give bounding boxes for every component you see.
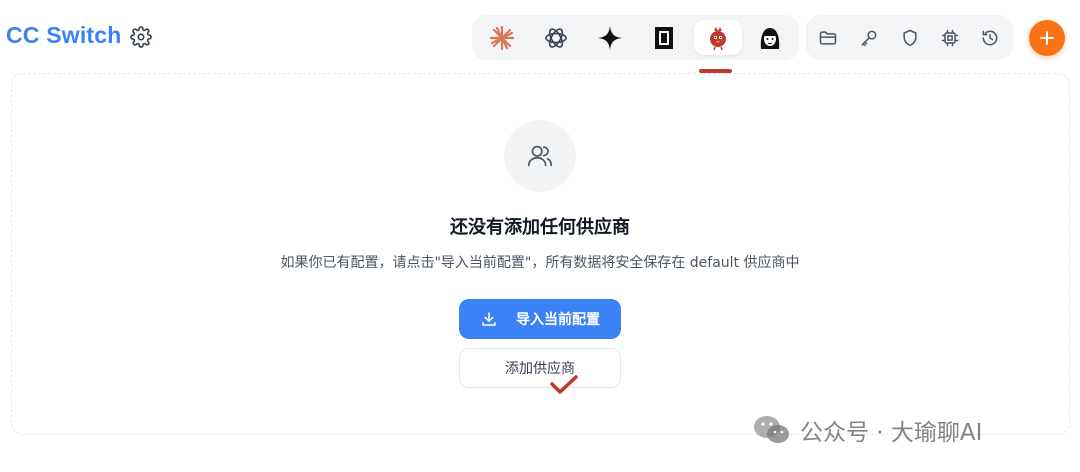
folder-icon[interactable] bbox=[816, 26, 840, 50]
empty-state-title: 还没有添加任何供应商 bbox=[450, 217, 630, 238]
app-tab-claude[interactable] bbox=[478, 20, 526, 55]
download-icon bbox=[482, 312, 496, 326]
red-bird-icon bbox=[710, 26, 726, 50]
cartoon-face-icon bbox=[760, 27, 780, 49]
watermark: 公众号 · 大瑜聊AI bbox=[752, 410, 982, 450]
gemini-sparkle-icon bbox=[598, 25, 622, 50]
checkmark-icon bbox=[550, 375, 578, 394]
history-icon[interactable] bbox=[978, 26, 1002, 50]
app-title: CC Switch bbox=[6, 22, 122, 48]
watermark-text: 公众号 · 大瑜聊AI bbox=[800, 420, 983, 446]
empty-state-description: 如果你已有配置，请点击"导入当前配置"，所有数据将安全保存在 default 供… bbox=[280, 255, 800, 271]
app-tab-gemini[interactable] bbox=[586, 20, 634, 55]
wechat-icon bbox=[754, 416, 789, 443]
app-tab-square[interactable] bbox=[640, 20, 688, 55]
app-tab-red-bird[interactable] bbox=[694, 20, 742, 55]
app-tab-openai[interactable] bbox=[532, 20, 580, 55]
users-icon bbox=[527, 145, 553, 167]
import-config-label: 导入当前配置 bbox=[516, 312, 600, 328]
cpu-chip-icon[interactable] bbox=[938, 26, 962, 50]
openai-knot-icon bbox=[545, 27, 567, 48]
add-provider-button[interactable]: 添加供应商 bbox=[459, 348, 621, 388]
app-switcher bbox=[472, 15, 799, 60]
square-frame-icon bbox=[655, 26, 673, 49]
claude-sunburst-icon bbox=[489, 25, 515, 50]
import-config-button[interactable]: 导入当前配置 bbox=[459, 299, 621, 339]
settings-gear-icon[interactable] bbox=[130, 26, 152, 48]
empty-state-icon bbox=[504, 120, 576, 192]
tool-bar bbox=[806, 15, 1013, 60]
shield-icon[interactable] bbox=[898, 26, 922, 50]
key-icon[interactable] bbox=[857, 26, 881, 50]
add-plus-button[interactable] bbox=[1029, 20, 1065, 56]
app-tab-face[interactable] bbox=[746, 20, 794, 55]
plus-icon bbox=[1040, 31, 1054, 45]
